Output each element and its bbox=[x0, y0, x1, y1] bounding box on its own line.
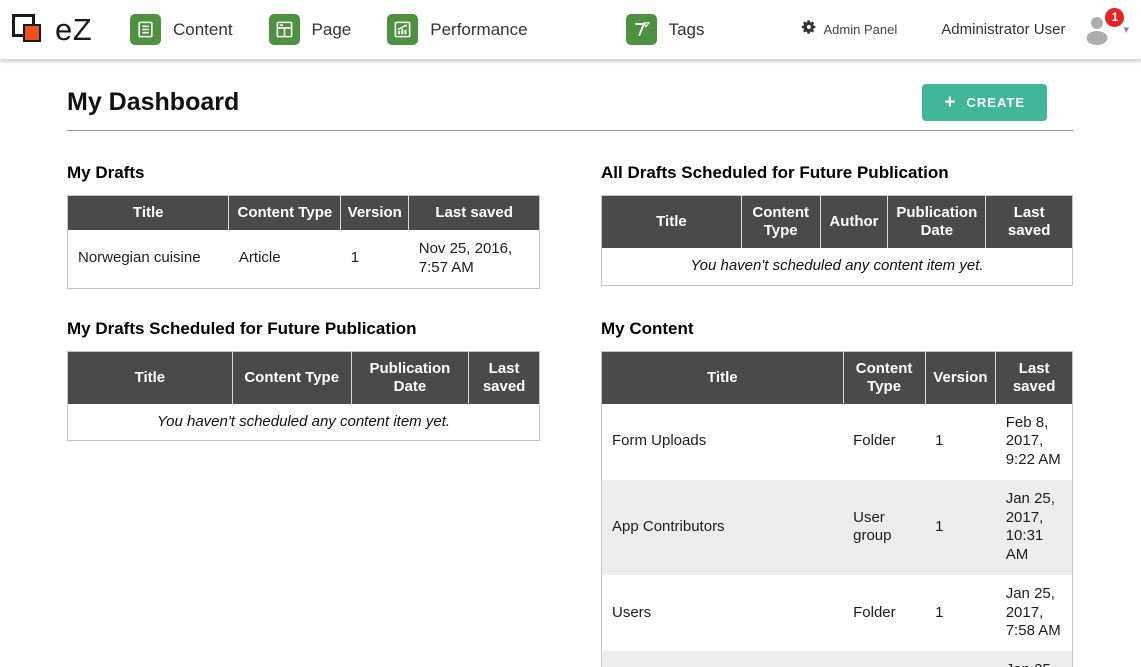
column-header: Content Type bbox=[843, 351, 925, 404]
table-cell: Jan 25, 2017, 7:55 AM bbox=[996, 651, 1073, 667]
table-cell: Nov 25, 2016, 7:57 AM bbox=[409, 230, 540, 288]
avatar[interactable]: 1 bbox=[1081, 14, 1115, 46]
section-title: My Drafts Scheduled for Future Publicati… bbox=[67, 319, 540, 339]
page-header: My Dashboard + CREATE bbox=[67, 60, 1073, 131]
nav-item-tags[interactable]: Tags bbox=[626, 14, 705, 45]
column-header: Content Type bbox=[229, 196, 341, 231]
table-header-row: TitleContent TypePublication DateLast sa… bbox=[68, 351, 540, 404]
section-title: All Drafts Scheduled for Future Publicat… bbox=[601, 163, 1073, 183]
column-header: Content Type bbox=[232, 351, 351, 404]
nav-item-label: Performance bbox=[430, 20, 527, 40]
column-header: Last saved bbox=[469, 351, 540, 404]
table-row[interactable]: AppFolder1Jan 25, 2017, 7:55 AM bbox=[602, 651, 1073, 667]
column-header: Title bbox=[602, 351, 844, 404]
page-icon bbox=[269, 14, 300, 45]
table-row[interactable]: Norwegian cuisineArticle1Nov 25, 2016, 7… bbox=[68, 230, 540, 288]
column-header: Content Type bbox=[741, 196, 820, 249]
table-empty-row: You haven't scheduled any content item y… bbox=[602, 248, 1073, 285]
user-name: Administrator User bbox=[941, 21, 1065, 38]
section-my-drafts: My Drafts TitleContent TypeVersionLast s… bbox=[67, 163, 540, 289]
tags-icon bbox=[626, 14, 657, 45]
table-cell: Norwegian cuisine bbox=[68, 230, 229, 288]
nav-item-page[interactable]: Page bbox=[269, 14, 352, 45]
table-cell: 1 bbox=[925, 651, 996, 667]
section-title: My Drafts bbox=[67, 163, 540, 183]
table-cell: App Contributors bbox=[602, 480, 844, 575]
content-icon bbox=[130, 14, 161, 45]
table-cell: 1 bbox=[341, 230, 409, 288]
table-cell: Feb 8, 2017, 9:22 AM bbox=[996, 404, 1073, 480]
empty-message: You haven't scheduled any content item y… bbox=[68, 404, 540, 441]
all-drafts-scheduled-table: TitleContent TypeAuthorPublication DateL… bbox=[601, 195, 1073, 286]
table-cell: 1 bbox=[925, 575, 996, 651]
column-header: Last saved bbox=[986, 196, 1073, 249]
user-menu[interactable]: Administrator User 1 ▾ bbox=[941, 14, 1131, 46]
dashboard-page: My Dashboard + CREATE My Drafts TitleCon… bbox=[0, 60, 1141, 667]
empty-message: You haven't scheduled any content item y… bbox=[602, 248, 1073, 285]
table-header-row: TitleContent TypeVersionLast saved bbox=[602, 351, 1073, 404]
column-header: Last saved bbox=[996, 351, 1073, 404]
notification-badge[interactable]: 1 bbox=[1105, 8, 1124, 27]
table-cell: 1 bbox=[925, 480, 996, 575]
column-header: Version bbox=[341, 196, 409, 231]
section-all-drafts-scheduled: All Drafts Scheduled for Future Publicat… bbox=[601, 163, 1073, 289]
table-cell: 1 bbox=[925, 404, 996, 480]
column-header: Publication Date bbox=[888, 196, 986, 249]
nav-item-content[interactable]: Content bbox=[130, 14, 233, 45]
ez-logo-text: eZ bbox=[55, 12, 92, 48]
page-title: My Dashboard bbox=[67, 88, 239, 117]
chevron-down-icon: ▾ bbox=[1123, 23, 1129, 36]
gear-icon bbox=[801, 19, 817, 40]
nav-item-performance[interactable]: Performance bbox=[387, 14, 527, 45]
table-header-row: TitleContent TypeVersionLast saved bbox=[68, 196, 540, 231]
column-header: Title bbox=[602, 196, 742, 249]
create-button[interactable]: + CREATE bbox=[922, 84, 1047, 121]
my-drafts-scheduled-table: TitleContent TypePublication DateLast sa… bbox=[67, 351, 540, 442]
performance-icon bbox=[387, 14, 418, 45]
column-header: Last saved bbox=[409, 196, 540, 231]
admin-panel-label: Admin Panel bbox=[824, 22, 898, 37]
table-empty-row: You haven't scheduled any content item y… bbox=[68, 404, 540, 441]
table-cell: Jan 25, 2017, 7:58 AM bbox=[996, 575, 1073, 651]
top-navigation: eZ Content Page bbox=[0, 0, 1141, 60]
table-cell: Form Uploads bbox=[602, 404, 844, 480]
column-header: Version bbox=[925, 351, 996, 404]
column-header: Title bbox=[68, 351, 233, 404]
section-my-drafts-scheduled: My Drafts Scheduled for Future Publicati… bbox=[67, 319, 540, 667]
section-my-content: My Content TitleContent TypeVersionLast … bbox=[601, 319, 1073, 667]
ez-logo[interactable]: eZ bbox=[12, 12, 130, 48]
table-cell: Article bbox=[229, 230, 341, 288]
nav-item-label: Content bbox=[173, 20, 233, 40]
table-row[interactable]: App ContributorsUser group1Jan 25, 2017,… bbox=[602, 480, 1073, 575]
table-row[interactable]: UsersFolder1Jan 25, 2017, 7:58 AM bbox=[602, 575, 1073, 651]
section-title: My Content bbox=[601, 319, 1073, 339]
my-drafts-table: TitleContent TypeVersionLast savedNorweg… bbox=[67, 195, 540, 289]
ez-logo-icon bbox=[12, 12, 48, 48]
table-row[interactable]: Form UploadsFolder1Feb 8, 2017, 9:22 AM bbox=[602, 404, 1073, 480]
nav-item-label: Page bbox=[312, 20, 352, 40]
column-header: Publication Date bbox=[351, 351, 469, 404]
column-header: Author bbox=[820, 196, 888, 249]
table-cell: Jan 25, 2017, 10:31 AM bbox=[996, 480, 1073, 575]
table-cell: Folder bbox=[843, 404, 925, 480]
table-cell: User group bbox=[843, 480, 925, 575]
create-button-label: CREATE bbox=[967, 95, 1025, 110]
table-cell: Folder bbox=[843, 651, 925, 667]
column-header: Title bbox=[68, 196, 229, 231]
dashboard-grid: My Drafts TitleContent TypeVersionLast s… bbox=[67, 163, 1073, 667]
table-cell: App bbox=[602, 651, 844, 667]
nav-item-label: Tags bbox=[669, 20, 705, 40]
plus-icon: + bbox=[944, 93, 956, 112]
table-cell: Folder bbox=[843, 575, 925, 651]
table-cell: Users bbox=[602, 575, 844, 651]
my-content-table: TitleContent TypeVersionLast savedForm U… bbox=[601, 351, 1073, 667]
table-header-row: TitleContent TypeAuthorPublication DateL… bbox=[602, 196, 1073, 249]
admin-panel-button[interactable]: Admin Panel bbox=[801, 19, 898, 40]
